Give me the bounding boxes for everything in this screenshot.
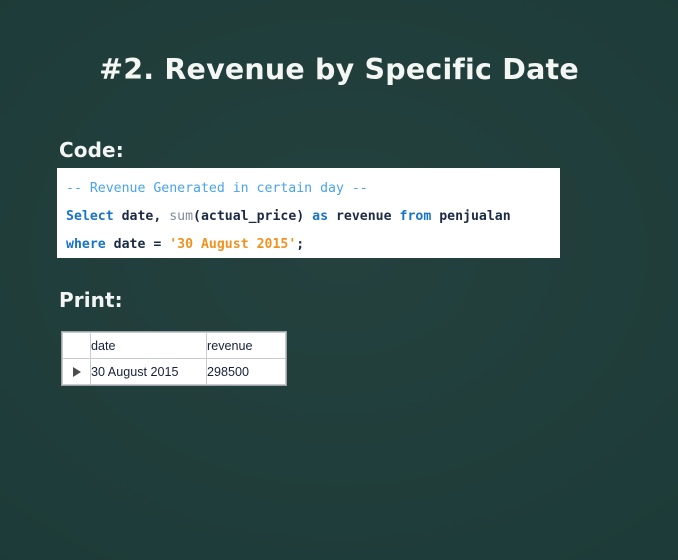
cell-date[interactable]: 30 August 2015 [90, 358, 207, 385]
result-grid: date revenue 30 August 2015 298500 [61, 331, 287, 386]
sql-function-argument: (actual_price) [193, 209, 313, 224]
sql-keyword-from: from [399, 209, 432, 224]
sql-function-sum: sum [169, 209, 194, 224]
code-line-2: Select date, sum(actual_price) as revenu… [66, 203, 560, 231]
current-row-arrow-icon [72, 366, 81, 377]
code-block: -- Revenue Generated in certain day -- S… [57, 168, 560, 258]
sql-string-literal: '30 August 2015' [169, 237, 297, 252]
table-header-row: date revenue [62, 332, 286, 359]
slide-canvas: #2. Revenue by Specific Date Code: -- Re… [0, 0, 678, 560]
result-table-body: 30 August 2015 298500 [62, 358, 286, 385]
sql-filter-column: date [105, 237, 154, 252]
sql-keyword-select: Select [66, 209, 114, 224]
result-table-header: date revenue [62, 332, 286, 359]
column-header-date[interactable]: date [90, 332, 207, 359]
code-line-1: -- Revenue Generated in certain day -- [66, 175, 560, 203]
page-title: #2. Revenue by Specific Date [99, 53, 579, 86]
result-table: date revenue 30 August 2015 298500 [62, 332, 286, 385]
sql-operator-equals: = [153, 237, 170, 252]
sql-column-date: date, [113, 209, 170, 224]
sql-statement-terminator: ; [296, 237, 305, 252]
sql-keyword-where: where [66, 237, 106, 252]
sql-table-name: penjualan [431, 209, 511, 224]
sql-alias-revenue: revenue [328, 209, 400, 224]
cell-revenue[interactable]: 298500 [206, 358, 286, 385]
code-line-3: where date = '30 August 2015'; [66, 231, 560, 258]
print-section-label: Print: [59, 288, 123, 312]
sql-keyword-as: as [312, 209, 329, 224]
sql-comment: -- Revenue Generated in certain day -- [66, 181, 368, 196]
code-section-label: Code: [59, 138, 124, 162]
row-selector-cell[interactable] [62, 358, 91, 385]
column-header-revenue[interactable]: revenue [206, 332, 286, 359]
row-selector-header [62, 332, 91, 359]
table-row[interactable]: 30 August 2015 298500 [62, 358, 286, 385]
